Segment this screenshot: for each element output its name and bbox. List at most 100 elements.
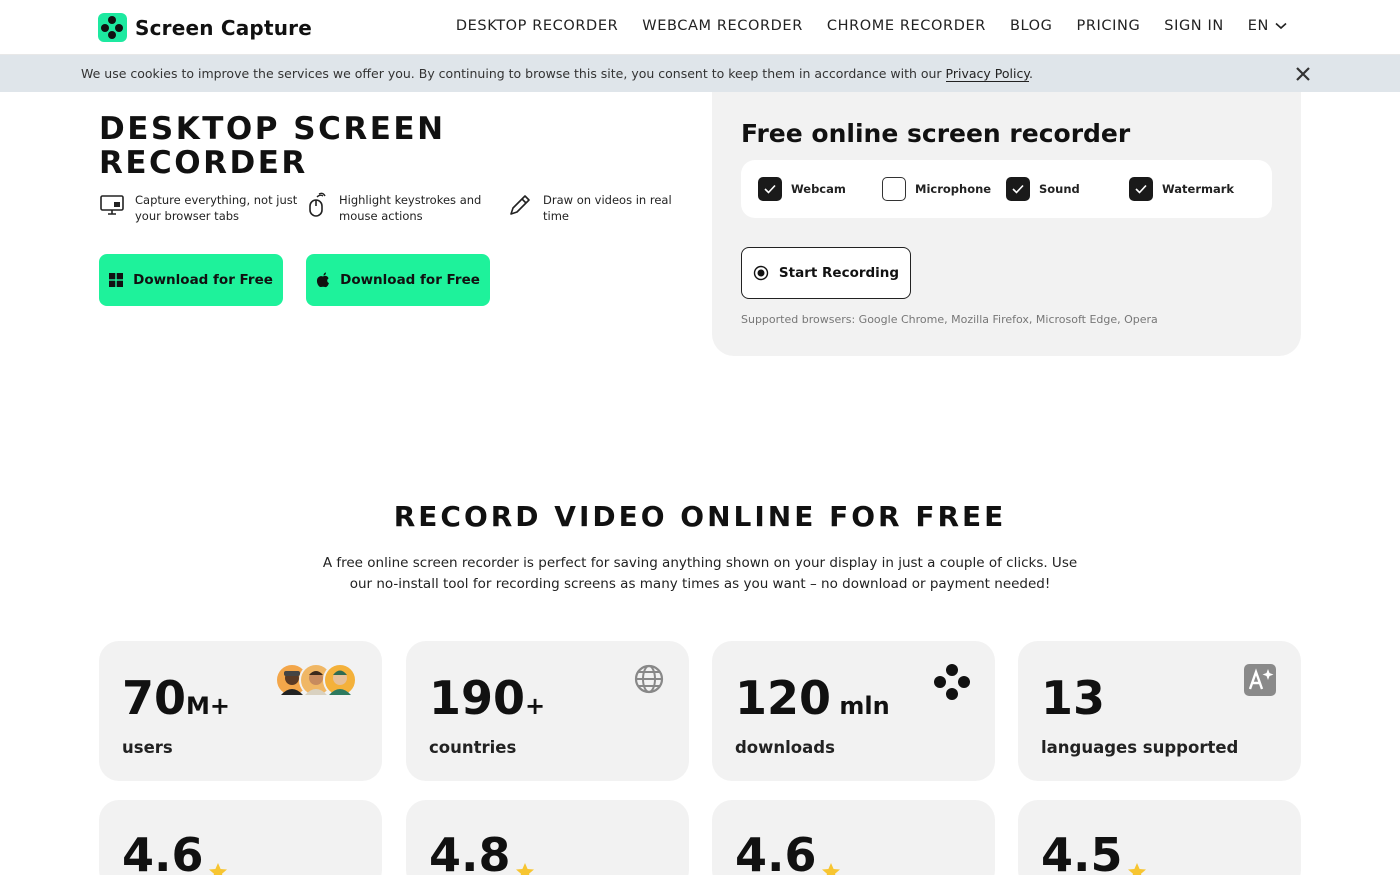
mouse-icon <box>309 192 326 217</box>
logo-dots-icon <box>934 664 970 700</box>
stat-suffix: + <box>525 692 546 720</box>
recorder-options: Webcam Microphone Sound Watermark <box>741 160 1272 218</box>
nav-sign-in[interactable]: SIGN IN <box>1164 18 1224 34</box>
nav-webcam-recorder[interactable]: WEBCAM RECORDER <box>642 18 803 34</box>
feature-item: Draw on videos in real time <box>507 192 697 224</box>
stat-value: 120 mln <box>735 671 890 725</box>
section-title: RECORD VIDEO ONLINE FOR FREE <box>393 500 1007 533</box>
checkbox-checked[interactable] <box>1006 177 1030 201</box>
online-recorder-card: Free online screen recorder Webcam Micro… <box>712 92 1301 356</box>
option-label: Sound <box>1039 182 1080 196</box>
apple-icon <box>317 272 330 288</box>
rating-value: 4.6 <box>122 828 204 875</box>
hero-title: DESKTOP SCREEN RECORDER <box>99 111 446 181</box>
language-selector[interactable]: EN <box>1248 18 1287 34</box>
checkbox-unchecked[interactable] <box>882 177 906 201</box>
stat-card-users: 70M+ users <box>99 641 382 781</box>
star-icon <box>208 863 227 875</box>
feature-item: Highlight keystrokes and mouse actions <box>303 192 507 224</box>
rating-card: 4.8 <box>406 800 689 875</box>
feature-text: Highlight keystrokes and mouse actions <box>339 193 482 223</box>
rating-value-group: 4.8 <box>429 828 535 875</box>
supported-browsers: Supported browsers: Google Chrome, Mozil… <box>741 313 1158 326</box>
nav-pricing[interactable]: PRICING <box>1077 18 1141 34</box>
option-microphone[interactable]: Microphone <box>882 177 991 201</box>
rating-value-group: 4.6 <box>122 828 228 875</box>
stat-number: 190 <box>429 671 526 725</box>
stat-label: countries <box>429 738 517 757</box>
nav-desktop-recorder[interactable]: DESKTOP RECORDER <box>456 18 618 34</box>
rating-card: 4.5 <box>1018 800 1301 875</box>
check-icon <box>1135 184 1147 194</box>
chevron-down-icon <box>1275 22 1287 30</box>
avatar <box>323 663 357 697</box>
stat-number: 120 <box>735 671 832 725</box>
rating-value: 4.5 <box>1041 828 1123 875</box>
stat-suffix: mln <box>831 692 890 720</box>
stat-card-languages: 13 languages supported <box>1018 641 1301 781</box>
check-icon <box>1012 184 1024 194</box>
main-nav: DESKTOP RECORDER WEBCAM RECORDER CHROME … <box>456 18 1287 34</box>
rating-value: 4.8 <box>429 828 511 875</box>
brand-name: Screen Capture <box>135 15 312 40</box>
privacy-policy-link[interactable]: Privacy Policy <box>945 66 1029 82</box>
download-windows-label: Download for Free <box>133 272 273 288</box>
star-icon <box>1127 863 1146 875</box>
download-windows-button[interactable]: Download for Free <box>99 254 283 306</box>
close-icon[interactable] <box>1293 64 1313 84</box>
recorder-title: Free online screen recorder <box>741 119 1131 148</box>
rating-value: 4.6 <box>735 828 817 875</box>
pencil-icon <box>510 195 530 215</box>
rating-card: 4.6 <box>99 800 382 875</box>
feature-text: Draw on videos in real time <box>543 193 672 223</box>
start-recording-label: Start Recording <box>778 265 900 281</box>
feature-item: Capture everything, not just your browse… <box>99 192 303 224</box>
stat-label: users <box>122 738 173 757</box>
checkbox-checked[interactable] <box>758 177 782 201</box>
monitor-icon <box>100 195 124 215</box>
section-description: A free online screen recorder is perfect… <box>322 555 1078 592</box>
stat-label: languages supported <box>1041 738 1239 757</box>
stat-card-countries: 190+ countries <box>406 641 689 781</box>
translate-icon <box>1244 664 1276 696</box>
stat-value: 13 <box>1041 671 1105 725</box>
stat-card-downloads: 120 mln downloads <box>712 641 995 781</box>
language-label: EN <box>1247 18 1269 34</box>
cookie-message: We use cookies to improve the services w… <box>81 66 946 81</box>
nav-chrome-recorder[interactable]: CHROME RECORDER <box>827 18 986 34</box>
checkbox-checked[interactable] <box>1129 177 1153 201</box>
record-icon <box>753 265 769 281</box>
cookie-end: . <box>1028 66 1033 81</box>
star-icon <box>821 863 840 875</box>
stat-label: downloads <box>735 738 835 757</box>
rating-value-group: 4.5 <box>1041 828 1147 875</box>
rating-value-group: 4.6 <box>735 828 841 875</box>
stat-suffix: M+ <box>186 692 231 720</box>
stat-value: 70M+ <box>122 671 230 725</box>
stat-number: 70 <box>122 671 187 725</box>
start-recording-button[interactable]: Start Recording <box>741 247 911 299</box>
logo-icon <box>98 13 127 42</box>
download-mac-button[interactable]: Download for Free <box>306 254 490 306</box>
stat-number: 13 <box>1041 671 1106 725</box>
globe-icon <box>634 664 664 694</box>
option-label: Watermark <box>1162 182 1235 196</box>
site-header: Screen Capture DESKTOP RECORDER WEBCAM R… <box>0 0 1400 55</box>
rating-card: 4.6 <box>712 800 995 875</box>
brand-logo[interactable]: Screen Capture <box>98 13 312 42</box>
user-avatars <box>275 663 359 697</box>
option-sound[interactable]: Sound <box>1006 177 1080 201</box>
check-icon <box>764 184 776 194</box>
option-watermark[interactable]: Watermark <box>1129 177 1234 201</box>
option-label: Webcam <box>791 182 846 196</box>
nav-blog[interactable]: BLOG <box>1010 18 1053 34</box>
option-webcam[interactable]: Webcam <box>758 177 846 201</box>
stat-value: 190+ <box>429 671 545 725</box>
option-label: Microphone <box>915 182 992 196</box>
download-mac-label: Download for Free <box>340 272 480 288</box>
star-icon <box>515 863 534 875</box>
feature-text: Capture everything, not just your browse… <box>135 193 298 223</box>
feature-list: Capture everything, not just your browse… <box>99 192 697 224</box>
cookie-text: We use cookies to improve the services w… <box>81 66 1033 82</box>
windows-icon <box>109 273 124 287</box>
